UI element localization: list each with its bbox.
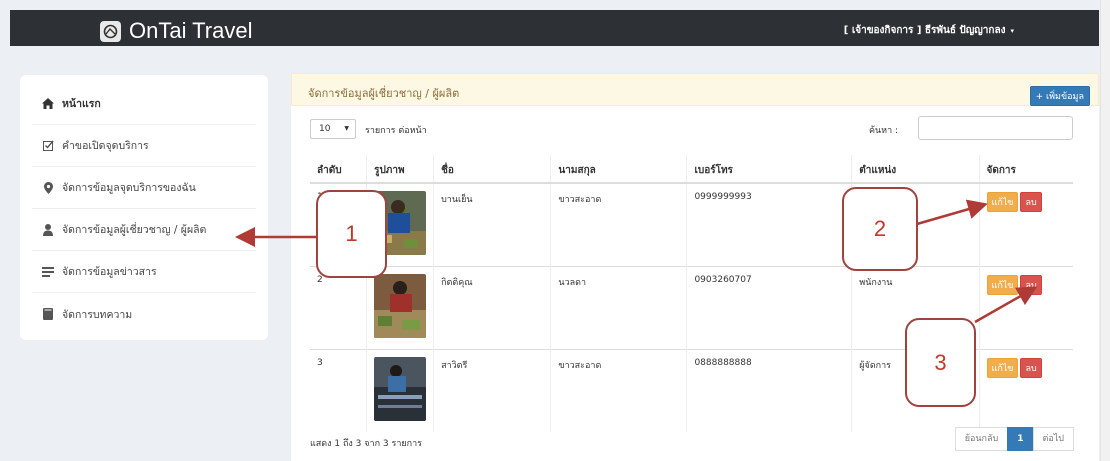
annotation-arrow-2 (916, 199, 988, 226)
annotation-callout-3: 3 (905, 318, 976, 407)
annotation-callout-2: 2 (842, 187, 918, 271)
page-scrollbar[interactable] (1100, 0, 1110, 461)
callout-number: 2 (873, 216, 887, 241)
annotation-arrow-3 (974, 286, 1038, 324)
callout-number: 1 (345, 221, 358, 246)
callout-number: 3 (934, 349, 947, 375)
annotation-callout-1: 1 (316, 190, 387, 278)
